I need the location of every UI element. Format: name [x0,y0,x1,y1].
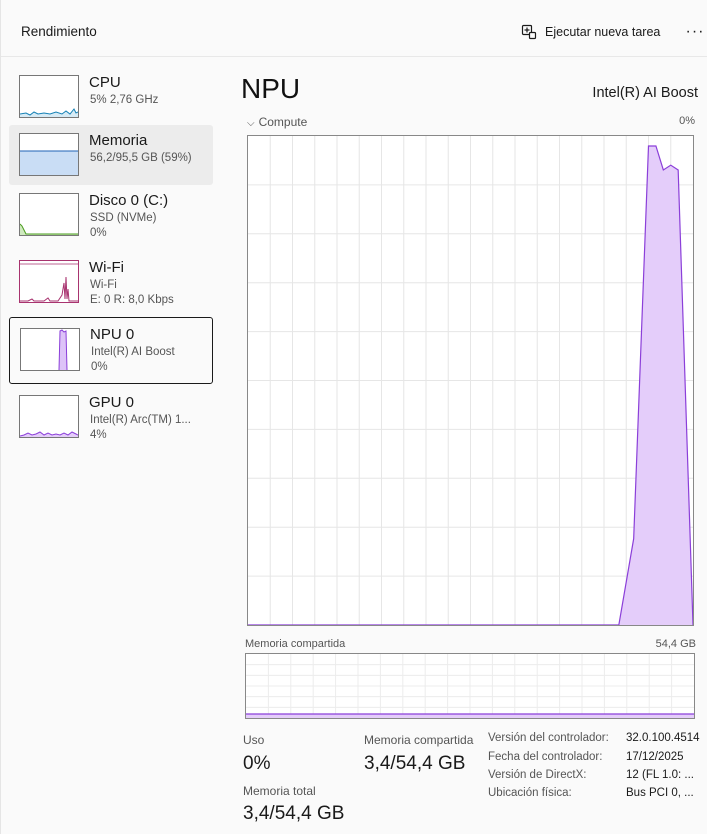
detail-row-location: Ubicación física: Bus PCI 0, ... [488,787,707,805]
detail-key: Versión del controlador: [488,732,609,744]
detail-value: 12 (FL 1.0: ... [626,769,694,781]
task-manager-window: Rendimiento Ejecutar nueva tarea ··· CPU… [0,0,707,834]
chevron-down-icon: ⌵ [247,118,255,129]
sidebar-item-npu[interactable]: NPU 0 Intel(R) AI Boost 0% [9,317,213,384]
compute-graph [247,135,694,626]
sidebar-item-detail: Intel(R) AI Boost [91,346,175,358]
sidebar-item-detail: Wi-Fi [90,279,117,291]
sidebar-item-detail: 56,2/95,5 GB (59%) [90,152,192,164]
detail-row-driver-date: Fecha del controlador: 17/12/2025 [488,751,707,769]
detail-key: Versión de DirectX: [488,769,587,781]
sidebar-item-gpu[interactable]: GPU 0 Intel(R) Arc(TM) 1... 4% [9,387,213,447]
sidebar-item-memory[interactable]: Memoria 56,2/95,5 GB (59%) [9,125,213,185]
sidebar-item-throughput: E: 0 R: 8,0 Kbps [90,294,174,306]
sidebar-item-detail: SSD (NVMe) [90,212,157,224]
device-title: NPU [241,73,301,104]
sidebar-item-detail: Intel(R) Arc(TM) 1... [90,414,191,426]
shared-memory-stat-value: 3,4/54,4 GB [364,753,466,774]
detail-value: 32.0.100.4514 [626,732,700,744]
total-memory-value: 3,4/54,4 GB [243,803,345,824]
shared-memory-graph [245,653,695,719]
new-task-icon [521,24,537,40]
usage-label: Uso [243,733,265,747]
wifi-thumbnail-graph [19,260,79,303]
gpu-thumbnail-graph [19,395,79,438]
shared-memory-chart [246,654,694,718]
sidebar-item-disk[interactable]: Disco 0 (C:) SSD (NVMe) 0% [9,185,213,245]
page-title: Rendimiento [21,24,97,39]
sidebar-item-cpu[interactable]: CPU 5% 2,76 GHz [9,67,213,127]
memory-thumbnail-graph [19,133,79,176]
compute-dropdown[interactable]: ⌵ Compute [247,115,307,129]
sidebar-item-usage: 4% [90,429,107,441]
sidebar-item-name: CPU [89,74,121,91]
sidebar-item-name: Memoria [89,132,148,149]
performance-sidebar: CPU 5% 2,76 GHz Memoria 56,2/95,5 GB (59… [1,57,221,834]
sidebar-item-detail: 5% 2,76 GHz [90,94,159,106]
compute-label: Compute [258,115,308,129]
more-options-button[interactable]: ··· [684,20,706,44]
header-bar: Rendimiento Ejecutar nueva tarea ··· [1,0,707,57]
shared-memory-max: 54,4 GB [655,638,696,650]
npu-thumbnail-graph [20,328,80,371]
compute-chart [248,136,693,625]
detail-row-driver-version: Versión del controlador: 32.0.100.4514 [488,732,707,750]
detail-value: 17/12/2025 [626,751,684,763]
sidebar-item-name: Wi-Fi [89,259,124,276]
sidebar-item-name: Disco 0 (C:) [89,192,169,209]
compute-max-label: 0% [679,115,695,127]
run-new-task-button[interactable]: Ejecutar nueva tarea [521,20,660,44]
shared-memory-label: Memoria compartida [245,638,346,650]
detail-key: Fecha del controlador: [488,751,603,763]
detail-row-directx: Versión de DirectX: 12 (FL 1.0: ... [488,769,707,787]
detail-value: Bus PCI 0, ... [626,787,694,799]
shared-memory-stat-label: Memoria compartida [364,733,474,747]
usage-value: 0% [243,753,271,774]
run-new-task-label: Ejecutar nueva tarea [545,25,661,39]
sidebar-item-usage: 0% [90,227,107,239]
sidebar-item-name: NPU 0 [90,326,135,343]
device-name: Intel(R) AI Boost [592,85,698,101]
sidebar-item-usage: 0% [91,361,108,373]
detail-key: Ubicación física: [488,787,572,799]
cpu-thumbnail-graph [19,75,79,118]
sidebar-item-name: GPU 0 [89,394,135,411]
sidebar-item-wifi[interactable]: Wi-Fi Wi-Fi E: 0 R: 8,0 Kbps [9,252,213,312]
npu-detail-panel: NPU Intel(R) AI Boost ⌵ Compute 0% Memori… [229,57,707,834]
total-memory-label: Memoria total [243,784,316,798]
disk-thumbnail-graph [19,193,79,236]
